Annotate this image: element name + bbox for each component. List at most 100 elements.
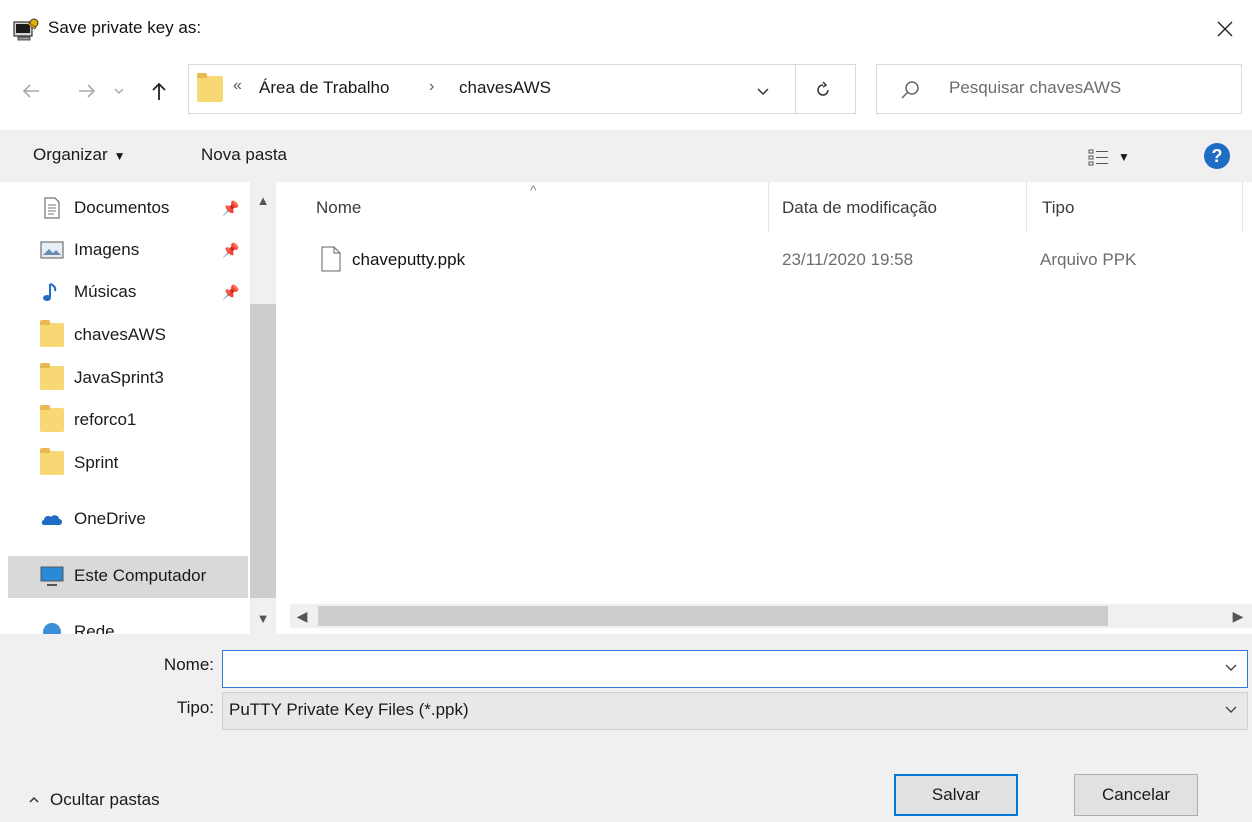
caret-down-icon: ▼ bbox=[1118, 150, 1130, 164]
computer-icon bbox=[40, 566, 64, 586]
chevron-down-icon bbox=[114, 88, 124, 94]
sidebar-item-label: chavesAWS bbox=[74, 325, 166, 344]
hide-folders-button[interactable]: Ocultar pastas bbox=[28, 790, 160, 810]
folder-icon bbox=[40, 320, 64, 347]
sidebar-item-este-computador[interactable]: Este Computador bbox=[8, 556, 248, 598]
file-type: Arquivo PPK bbox=[1040, 250, 1137, 269]
column-header-type[interactable]: Tipo bbox=[1042, 198, 1074, 218]
sidebar-item-onedrive[interactable]: OneDrive bbox=[0, 499, 250, 539]
address-bar[interactable]: « Área de Trabalho › chavesAWS bbox=[188, 64, 856, 114]
refresh-icon bbox=[817, 81, 829, 96]
network-icon bbox=[43, 623, 61, 634]
chevron-down-icon bbox=[1225, 706, 1237, 713]
command-bar: Organizar ▼ Nova pasta ▼ ? bbox=[0, 130, 1252, 182]
caret-down-icon: ▼ bbox=[113, 149, 126, 163]
column-divider[interactable] bbox=[1242, 182, 1243, 232]
sidebar-item-label: Imagens bbox=[74, 240, 140, 259]
pin-icon: 📌 bbox=[222, 242, 240, 258]
recent-locations-button[interactable] bbox=[108, 76, 130, 106]
sidebar-item-documentos[interactable]: Documentos 📌 bbox=[0, 188, 250, 228]
refresh-button[interactable] bbox=[809, 76, 837, 104]
breadcrumb-overflow[interactable]: « bbox=[233, 77, 242, 95]
details-view-icon bbox=[1088, 149, 1108, 166]
sidebar-item-label: Rede bbox=[74, 622, 115, 634]
sidebar-item-label: Músicas bbox=[74, 282, 137, 301]
filetype-dropdown-button[interactable] bbox=[1223, 701, 1239, 717]
folder-icon bbox=[40, 448, 64, 475]
horizontal-scrollbar[interactable]: ◀ ▶ bbox=[290, 604, 1252, 628]
filename-field[interactable] bbox=[222, 650, 1248, 688]
search-input[interactable]: Pesquisar chavesAWS bbox=[949, 78, 1121, 98]
sidebar-item-musicas[interactable]: Músicas 📌 bbox=[0, 272, 250, 312]
window-title: Save private key as: bbox=[48, 18, 202, 37]
sidebar-item-javasprint3[interactable]: JavaSprint3 bbox=[0, 358, 250, 398]
divider bbox=[795, 65, 796, 113]
hide-folders-label: Ocultar pastas bbox=[50, 790, 160, 809]
breadcrumb-separator[interactable]: › bbox=[429, 78, 434, 96]
cancel-button[interactable]: Cancelar bbox=[1074, 774, 1198, 816]
close-icon bbox=[1217, 21, 1233, 37]
sidebar-item-label: Este Computador bbox=[74, 566, 207, 585]
scroll-down-icon[interactable]: ▼ bbox=[250, 608, 276, 628]
breadcrumb-chavesaws[interactable]: chavesAWS bbox=[459, 78, 551, 98]
file-icon bbox=[321, 246, 341, 272]
chevron-down-icon bbox=[1225, 664, 1237, 671]
up-button[interactable] bbox=[144, 76, 174, 106]
scroll-thumb[interactable] bbox=[250, 304, 276, 598]
filename-dropdown-button[interactable] bbox=[1223, 659, 1239, 675]
title-bar: Save private key as: bbox=[0, 0, 1252, 60]
sidebar-item-rede[interactable]: Rede bbox=[0, 612, 250, 634]
puttygen-icon bbox=[13, 18, 39, 41]
sidebar-item-label: reforco1 bbox=[74, 410, 137, 429]
sidebar-item-chavesaws[interactable]: chavesAWS bbox=[0, 315, 250, 355]
table-row[interactable]: chaveputty.ppk 23/11/2020 19:58 Arquivo … bbox=[310, 240, 1230, 280]
pin-icon: 📌 bbox=[222, 200, 240, 216]
filename-label: Nome: bbox=[163, 655, 214, 674]
column-divider[interactable] bbox=[1026, 182, 1027, 232]
search-icon bbox=[901, 81, 919, 99]
search-box[interactable]: Pesquisar chavesAWS bbox=[876, 64, 1242, 114]
breadcrumb-desktop[interactable]: Área de Trabalho bbox=[259, 78, 389, 98]
close-button[interactable] bbox=[1210, 14, 1240, 44]
onedrive-icon bbox=[41, 515, 62, 525]
folder-icon bbox=[197, 73, 223, 102]
file-list: ^ Nome Data de modificação Tipo chaveput… bbox=[290, 182, 1252, 634]
help-button[interactable]: ? bbox=[1204, 143, 1230, 169]
music-icon bbox=[43, 283, 57, 301]
forward-button[interactable] bbox=[72, 76, 102, 106]
chevron-down-icon bbox=[757, 88, 769, 96]
filetype-select[interactable]: PuTTY Private Key Files (*.ppk) bbox=[222, 692, 1248, 730]
back-button[interactable] bbox=[16, 76, 46, 106]
nav-scrollbar[interactable]: ▲ ▼ bbox=[250, 182, 276, 634]
folder-icon bbox=[40, 363, 64, 390]
sidebar-item-label: Documentos bbox=[74, 198, 170, 217]
scroll-thumb[interactable] bbox=[318, 606, 1108, 626]
pictures-icon bbox=[40, 241, 64, 259]
arrow-right-icon bbox=[79, 84, 96, 98]
column-header-name[interactable]: Nome bbox=[316, 198, 361, 218]
sidebar-item-imagens[interactable]: Imagens 📌 bbox=[0, 230, 250, 270]
pin-icon: 📌 bbox=[222, 284, 240, 300]
scroll-up-icon[interactable]: ▲ bbox=[250, 190, 276, 210]
save-options-panel: Nome: Tipo: PuTTY Private Key Files (*.p… bbox=[0, 634, 1252, 822]
filetype-label: Tipo: bbox=[176, 698, 214, 717]
folder-icon bbox=[40, 405, 64, 432]
sidebar-item-label: JavaSprint3 bbox=[74, 368, 164, 387]
navigation-pane: Documentos 📌 Imagens 📌 Músicas 📌 chavesA… bbox=[0, 182, 276, 634]
column-header-date[interactable]: Data de modificação bbox=[782, 198, 937, 218]
view-options-button[interactable]: ▼ bbox=[1088, 144, 1150, 170]
organize-button[interactable]: Organizar ▼ bbox=[33, 145, 126, 165]
sidebar-item-label: Sprint bbox=[74, 453, 119, 472]
sort-ascending-icon: ^ bbox=[530, 182, 537, 198]
sidebar-item-reforco1[interactable]: reforco1 bbox=[0, 400, 250, 440]
scroll-right-icon[interactable]: ▶ bbox=[1226, 604, 1250, 628]
scroll-left-icon[interactable]: ◀ bbox=[290, 604, 314, 628]
chevron-up-icon bbox=[29, 796, 39, 803]
arrow-up-icon bbox=[152, 82, 166, 100]
column-divider[interactable] bbox=[768, 182, 769, 232]
save-button[interactable]: Salvar bbox=[894, 774, 1018, 816]
address-dropdown-button[interactable] bbox=[751, 79, 775, 103]
new-folder-button[interactable]: Nova pasta bbox=[201, 145, 287, 165]
documents-icon bbox=[44, 197, 60, 219]
sidebar-item-sprint[interactable]: Sprint bbox=[0, 443, 250, 483]
